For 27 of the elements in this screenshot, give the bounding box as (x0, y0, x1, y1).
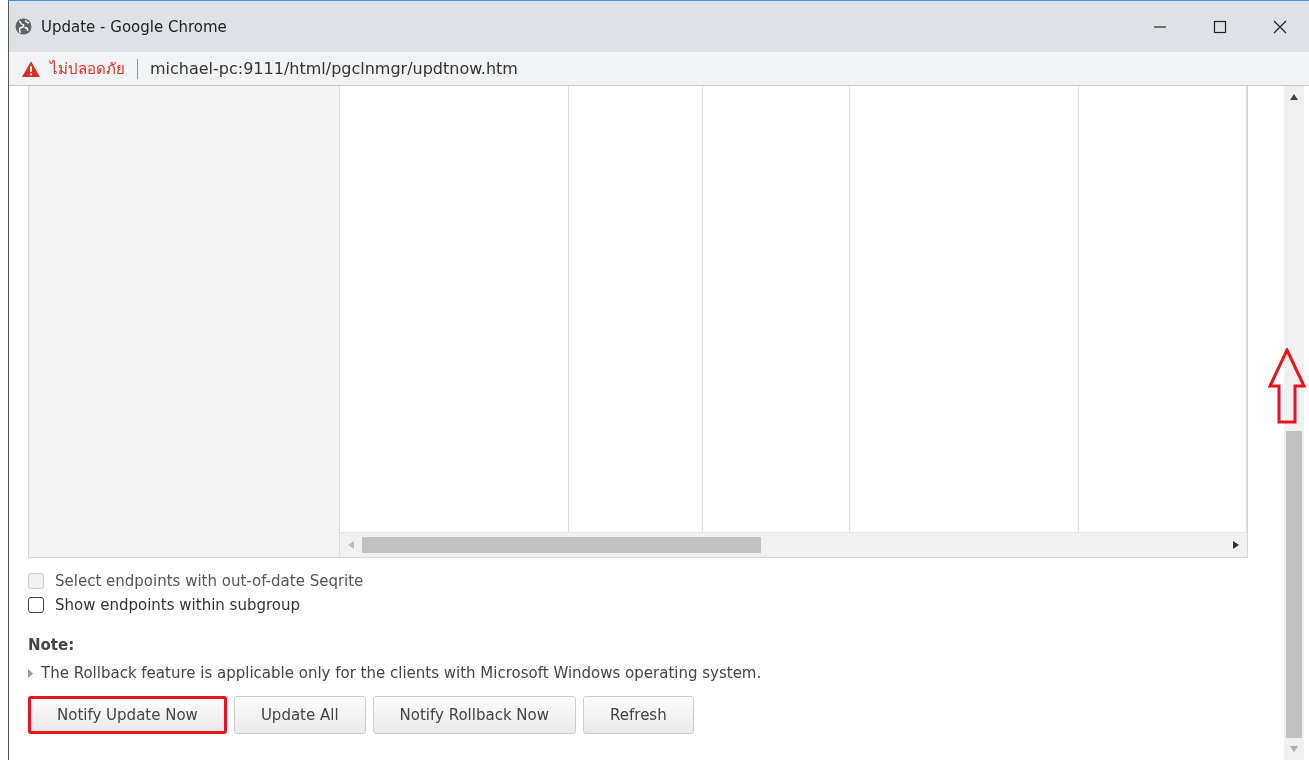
scrollbar-thumb[interactable] (362, 537, 761, 553)
warning-icon (22, 60, 40, 77)
bullet-triangle-icon (28, 668, 33, 678)
action-button[interactable]: Notify Update Now (28, 696, 227, 734)
scroll-down-icon[interactable] (1290, 746, 1298, 752)
address-bar[interactable]: ไม่ปลอดภัย michael-pc:9111/html/pgclnmgr/updtnow.htm (9, 52, 1309, 86)
scroll-right-icon[interactable] (1233, 541, 1239, 549)
scrollbar-thumb[interactable] (1286, 431, 1302, 738)
window-title: Update - Google Chrome (41, 17, 227, 36)
horizontal-scrollbar[interactable] (340, 532, 1247, 557)
security-label: ไม่ปลอดภัย (50, 58, 125, 80)
checkbox-label: Select endpoints with out-of-date Seqrite (55, 572, 364, 590)
checkbox[interactable] (28, 597, 44, 613)
url-text: michael-pc:9111/html/pgclnmgr/updtnow.htm (150, 59, 518, 78)
action-button[interactable]: Update All (233, 696, 366, 734)
action-button[interactable]: Notify Rollback Now (372, 696, 577, 734)
note-title: Note: (28, 636, 76, 654)
note-text: The Rollback feature is applicable only for the clients with Microsoft Windows operating system. (41, 664, 762, 682)
close-icon[interactable] (1273, 19, 1287, 34)
vertical-scrollbar[interactable] (1284, 86, 1304, 760)
checkbox-label: Show endpoints within subgroup (55, 596, 300, 614)
annotation-arrow-icon (1268, 348, 1306, 424)
globe-icon (15, 18, 32, 35)
action-button[interactable]: Refresh (583, 696, 694, 734)
scroll-left-icon[interactable] (348, 541, 354, 549)
scroll-up-icon[interactable] (1290, 94, 1298, 100)
maximize-icon[interactable] (1213, 19, 1227, 34)
